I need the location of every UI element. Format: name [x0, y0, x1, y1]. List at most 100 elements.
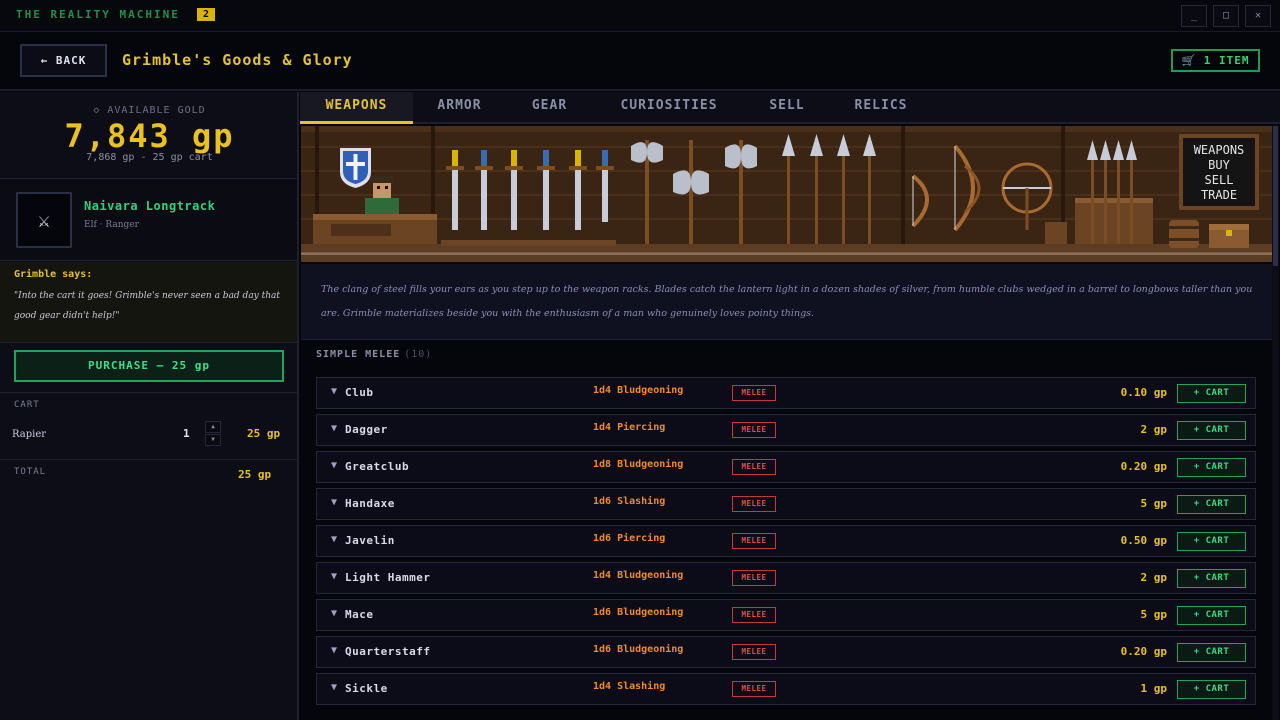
melee-tag: MELEE — [732, 644, 776, 660]
close-button[interactable]: ✕ — [1245, 5, 1271, 27]
expand-caret-icon[interactable]: ▼ — [331, 497, 337, 508]
table-row[interactable]: ▼ Light Hammer 1d4 Bludgeoning MELEE 2 g… — [316, 562, 1256, 594]
expand-caret-icon[interactable]: ▼ — [331, 423, 337, 434]
item-price: 5 gp — [1140, 608, 1168, 621]
expand-caret-icon[interactable]: ▼ — [331, 645, 337, 656]
character-card: ⚔ Naivara Longtrack Elf · Ranger — [0, 180, 297, 260]
app-title: THE REALITY MACHINE — [16, 8, 180, 21]
crossed-swords-icon: ⚔ — [16, 192, 72, 248]
item-price: 2 gp — [1140, 571, 1168, 584]
add-to-cart-button[interactable]: + CART — [1177, 384, 1246, 403]
add-to-cart-button[interactable]: + CART — [1177, 458, 1246, 477]
cart-item-quantity: 1 — [183, 427, 190, 440]
item-name: Javelin — [345, 534, 395, 547]
item-damage: 1d4 Piercing — [593, 422, 666, 433]
purchase-button[interactable]: PURCHASE — 25 gp — [14, 350, 284, 382]
shield-crest-icon — [340, 148, 371, 188]
title-bar: THE REALITY MACHINE 2 _ □ ✕ — [0, 0, 1280, 32]
weapons-sign: WEAPONS BUY SELL TRADE — [1179, 134, 1259, 210]
add-to-cart-button[interactable]: + CART — [1177, 532, 1246, 551]
shop-description-text: The clang of steel fills your ears as yo… — [321, 284, 1253, 319]
item-damage: 1d6 Bludgeoning — [593, 607, 684, 618]
merchant-speech-label: Grimble says: — [14, 269, 93, 280]
quantity-stepper: ▲ ▼ — [205, 421, 221, 447]
expand-caret-icon[interactable]: ▼ — [331, 571, 337, 582]
divider — [0, 392, 297, 393]
tab-armor[interactable]: ARMOR — [422, 92, 497, 124]
item-price: 1 gp — [1140, 682, 1168, 695]
divider — [0, 178, 297, 179]
item-damage: 1d6 Bludgeoning — [593, 644, 684, 655]
merchant-speech: Grimble says: "Into the cart it goes! Gr… — [0, 262, 297, 342]
item-name: Sickle — [345, 682, 388, 695]
app-version-badge: 2 — [197, 8, 215, 21]
table-row[interactable]: ▼ Greatclub 1d8 Bludgeoning MELEE 0.20 g… — [316, 451, 1256, 483]
divider — [0, 459, 297, 460]
expand-caret-icon[interactable]: ▼ — [331, 534, 337, 545]
tab-curiosities[interactable]: CURIOSITIES — [604, 92, 734, 124]
cart-item-price: 25 gp — [247, 427, 281, 440]
melee-tag: MELEE — [732, 570, 776, 586]
minimize-button[interactable]: _ — [1181, 5, 1207, 27]
add-to-cart-button[interactable]: + CART — [1177, 680, 1246, 699]
shop-title: Grimble's Goods & Glory — [122, 51, 353, 69]
decrease-quantity-button[interactable]: ▼ — [205, 434, 221, 446]
table-row[interactable]: ▼ Mace 1d6 Bludgeoning MELEE 5 gp + CART — [316, 599, 1256, 631]
expand-caret-icon[interactable]: ▼ — [331, 460, 337, 471]
content-scrollbar[interactable] — [1272, 126, 1279, 720]
merchant-quote: "Into the cart it goes! Grimble's never … — [14, 291, 281, 321]
table-row[interactable]: ▼ Sickle 1d4 Slashing MELEE 1 gp + CART — [316, 673, 1256, 705]
divider — [0, 342, 297, 343]
item-price: 5 gp — [1140, 497, 1168, 510]
table-row[interactable]: ▼ Javelin 1d6 Piercing MELEE 0.50 gp + C… — [316, 525, 1256, 557]
item-damage: 1d6 Piercing — [593, 533, 666, 544]
expand-caret-icon[interactable]: ▼ — [331, 682, 337, 693]
tab-gear[interactable]: GEAR — [512, 92, 587, 124]
item-damage: 1d4 Bludgeoning — [593, 385, 684, 396]
shop-header: ← BACK Grimble's Goods & Glory 🛒 1 ITEM — [0, 33, 1280, 91]
item-name: Greatclub — [345, 460, 410, 473]
scrollbar-thumb[interactable] — [1273, 126, 1278, 266]
section-title: SIMPLE MELEE — [316, 349, 401, 360]
available-gold-label: ◇ AVAILABLE GOLD — [93, 105, 206, 116]
expand-caret-icon[interactable]: ▼ — [331, 608, 337, 619]
divider — [0, 260, 297, 261]
add-to-cart-button[interactable]: + CART — [1177, 606, 1246, 625]
gold-breakdown: 7,868 gp - 25 gp cart — [86, 152, 213, 163]
add-to-cart-button[interactable]: + CART — [1177, 569, 1246, 588]
character-class: Elf · Ranger — [84, 220, 139, 230]
shop-description: The clang of steel fills your ears as yo… — [301, 264, 1272, 340]
add-to-cart-button[interactable]: + CART — [1177, 643, 1246, 662]
melee-tag: MELEE — [732, 607, 776, 623]
item-name: Light Hammer — [345, 571, 431, 584]
sign-line-3: SELL — [1205, 173, 1234, 187]
table-row[interactable]: ▼ Quarterstaff 1d6 Bludgeoning MELEE 0.2… — [316, 636, 1256, 668]
character-name: Naivara Longtrack — [84, 199, 216, 213]
table-row[interactable]: ▼ Dagger 1d4 Piercing MELEE 2 gp + CART — [316, 414, 1256, 446]
item-price: 0.20 gp — [1120, 460, 1167, 473]
item-price: 0.20 gp — [1120, 645, 1167, 658]
melee-tag: MELEE — [732, 459, 776, 475]
maximize-button[interactable]: □ — [1213, 5, 1239, 27]
total-value: 25 gp — [238, 468, 272, 481]
cart-label: CART — [14, 400, 40, 410]
tab-weapons[interactable]: WEAPONS — [300, 92, 413, 124]
sign-line-1: WEAPONS — [1194, 143, 1245, 157]
barrel-and-chest — [1169, 220, 1249, 248]
item-price: 0.10 gp — [1120, 386, 1167, 399]
item-damage: 1d4 Bludgeoning — [593, 570, 684, 581]
add-to-cart-button[interactable]: + CART — [1177, 495, 1246, 514]
tab-relics[interactable]: RELICS — [840, 92, 922, 124]
table-row[interactable]: ▼ Club 1d4 Bludgeoning MELEE 0.10 gp + C… — [316, 377, 1256, 409]
expand-caret-icon[interactable]: ▼ — [331, 386, 337, 397]
back-button[interactable]: ← BACK — [20, 44, 107, 77]
tab-sell[interactable]: SELL — [756, 92, 818, 124]
sign-line-4: TRADE — [1201, 188, 1237, 202]
add-to-cart-button[interactable]: + CART — [1177, 421, 1246, 440]
cart-item-name: Rapier — [12, 429, 47, 440]
increase-quantity-button[interactable]: ▲ — [205, 421, 221, 433]
table-row[interactable]: ▼ Handaxe 1d6 Slashing MELEE 5 gp + CART — [316, 488, 1256, 520]
melee-tag: MELEE — [732, 681, 776, 697]
cart-summary-button[interactable]: 🛒 1 ITEM — [1171, 49, 1260, 72]
section-count: (10) — [404, 349, 433, 360]
